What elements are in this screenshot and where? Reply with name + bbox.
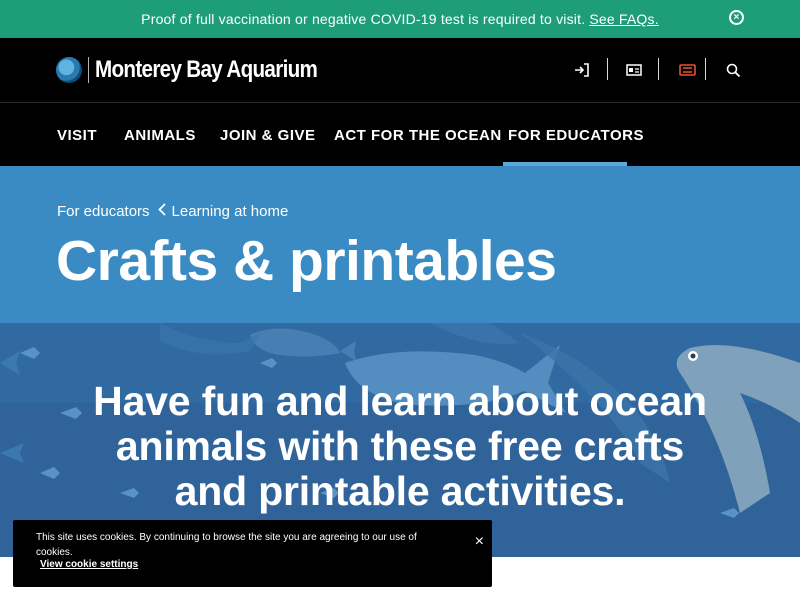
membership-card-icon[interactable] (625, 58, 643, 82)
intro-line: and printable activities. (174, 468, 626, 514)
aquarium-logo-icon (56, 57, 82, 83)
search-icon[interactable] (724, 58, 742, 82)
alert-banner: Proof of full vaccination or negative CO… (0, 0, 800, 38)
cookie-message: This site uses cookies. By continuing to… (36, 532, 417, 558)
intro-tagline: Have fun and learn about ocean animals w… (0, 379, 800, 514)
alert-message: Proof of full vaccination or negative CO… (141, 11, 586, 27)
logo[interactable]: Monterey Bay Aquarium (56, 56, 353, 84)
chevron-left-icon (157, 203, 166, 220)
intro-line: Have fun and learn about ocean (93, 378, 707, 424)
nav-item-animals[interactable]: ANIMALS (124, 127, 196, 144)
nav-item-join-give[interactable]: JOIN & GIVE (220, 127, 316, 144)
intro-line: animals with these free crafts (115, 423, 685, 469)
faq-link[interactable]: See FAQs. (589, 11, 659, 27)
cookie-banner: This site uses cookies. By continuing to… (13, 520, 492, 587)
utility-divider (658, 58, 659, 80)
breadcrumb-learning-at-home[interactable]: Learning at home (172, 203, 289, 220)
nav-item-for-educators[interactable]: FOR EDUCATORS (508, 127, 644, 144)
logo-divider (88, 57, 89, 83)
close-circle-icon[interactable]: × (729, 10, 744, 25)
nav-item-visit[interactable]: VISIT (57, 127, 97, 144)
utility-divider (705, 58, 706, 80)
hero-banner: For educators Learning at home Crafts & … (0, 166, 800, 323)
close-icon[interactable]: × (475, 534, 484, 550)
breadcrumb: For educators Learning at home (57, 203, 288, 220)
ticket-icon[interactable] (677, 58, 697, 82)
cookie-settings-link[interactable]: View cookie settings (40, 559, 138, 570)
page-title: Crafts & printables (56, 229, 557, 293)
sign-in-icon[interactable] (573, 58, 591, 82)
utility-divider (607, 58, 608, 80)
logo-text: Monterey Bay Aquarium (95, 56, 318, 83)
breadcrumb-for-educators[interactable]: For educators (57, 203, 150, 220)
site-header: Monterey Bay Aquarium (0, 38, 800, 102)
nav-item-act-for-the-ocean[interactable]: ACT FOR THE OCEAN (334, 127, 502, 144)
main-nav: VISIT ANIMALS JOIN & GIVE ACT FOR THE OC… (0, 102, 800, 166)
